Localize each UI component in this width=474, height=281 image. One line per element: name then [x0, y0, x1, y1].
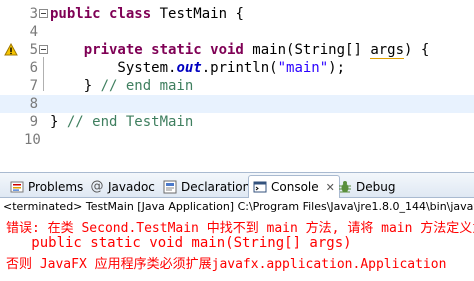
tab-debug-label: Debug [356, 179, 396, 194]
tab-javadoc-label: Javadoc [108, 179, 155, 194]
code-line[interactable]: 10 [0, 131, 474, 149]
line-number: 9 [29, 114, 38, 130]
close-icon[interactable]: ✕ [326, 181, 335, 194]
line-number: 4 [29, 24, 38, 40]
code-line[interactable]: 7 } // end main [0, 77, 474, 95]
tab-debug[interactable]: Debug [338, 176, 395, 197]
code-line[interactable]: 5 private static void main(String[] args… [0, 41, 474, 59]
code-token: TestMain { [151, 6, 244, 22]
code-token: out [176, 60, 202, 76]
code-text: public class TestMain { [50, 5, 244, 23]
code-token: "main" [277, 60, 329, 76]
code-line[interactable]: 6 System.out.println("main"); [0, 59, 474, 77]
console-output-line: public static void main(String[] args) [6, 235, 352, 251]
code-text: System.out.println("main"); [50, 59, 345, 77]
tab-javadoc[interactable]: @ Javadoc [90, 176, 155, 197]
debug-icon [338, 180, 352, 194]
code-token: } [50, 114, 67, 130]
console-status: <terminated> TestMain [Java Application]… [3, 200, 474, 213]
problems-icon [10, 180, 24, 194]
line-number: 10 [24, 132, 41, 148]
console-output-line: 否则 JavaFX 应用程序类必须扩展javafx.application.Ap… [6, 257, 447, 272]
tab-problems[interactable]: Problems [10, 176, 83, 197]
tab-declaration-label: Declaration [181, 179, 251, 194]
line-number: 8 [29, 96, 38, 112]
code-editor[interactable]: 3 public class TestMain {4 5 private stati… [0, 0, 474, 170]
tab-declaration[interactable]: Declaration [163, 176, 250, 197]
code-line[interactable]: 8 [0, 95, 474, 113]
code-token: main(String[] [243, 42, 371, 58]
code-line[interactable]: 9} // end TestMain [0, 113, 474, 131]
code-token: // end main [100, 78, 194, 94]
code-line[interactable]: 4 [0, 23, 474, 41]
code-token: } [50, 78, 101, 94]
line-number: 5 [29, 42, 38, 58]
code-text: } // end TestMain [50, 113, 193, 131]
code-line[interactable]: 3 public class TestMain { [0, 5, 474, 23]
code-text: private static void main(String[] args) … [50, 41, 429, 59]
code-token: public class [50, 6, 152, 22]
tab-console-label: Console [271, 180, 319, 194]
declaration-icon [163, 180, 177, 194]
console-view: Problems @ Javadoc Declaration Console ✕… [0, 172, 474, 281]
code-token: args [370, 42, 405, 59]
tab-problems-label: Problems [28, 179, 84, 194]
fold-toggle-icon[interactable] [39, 9, 48, 18]
fold-toggle-icon[interactable] [39, 45, 48, 54]
code-text: } // end main [50, 77, 194, 95]
view-tab-bar: Problems @ Javadoc Declaration Console ✕… [0, 172, 474, 198]
tab-console[interactable]: Console ✕ [248, 175, 340, 198]
code-token: ) { [404, 42, 430, 58]
code-token: System. [50, 60, 177, 76]
code-token: // end TestMain [66, 114, 194, 130]
line-number: 7 [29, 78, 38, 94]
code-token: .println( [201, 60, 278, 76]
line-number: 6 [29, 60, 38, 76]
line-number: 3 [29, 6, 38, 22]
warning-icon[interactable] [4, 43, 18, 57]
at-icon: @ [90, 178, 104, 194]
code-token: ); [328, 60, 346, 76]
console-output-line: 错误: 在类 Second.TestMain 中找不到 main 方法, 请将 … [6, 221, 474, 236]
code-token: private static void [50, 42, 244, 58]
console-icon [253, 180, 267, 194]
